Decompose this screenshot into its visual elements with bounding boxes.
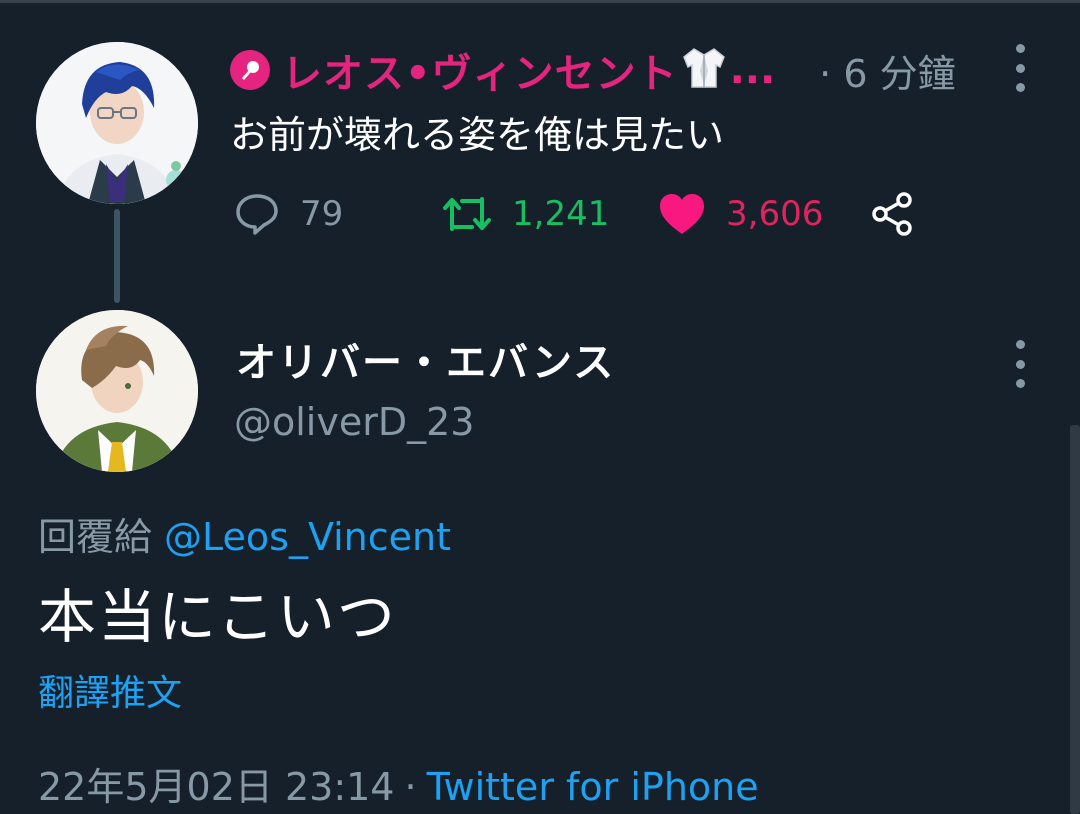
dot xyxy=(1015,379,1025,388)
thread-connector xyxy=(114,209,120,303)
tweet-actions: 79 1,241 3,606 xyxy=(230,186,930,242)
tweet-source-link[interactable]: Twitter for iPhone xyxy=(427,765,759,809)
translate-tweet-link[interactable]: 翻譯推文 xyxy=(38,664,182,716)
retweet-count: 1,241 xyxy=(512,194,610,234)
dot xyxy=(1015,359,1025,369)
lab-coat-icon xyxy=(682,47,726,93)
timestamp[interactable]: · 6 分鐘 xyxy=(819,43,955,98)
meta-separator: · xyxy=(404,765,417,809)
tweet-meta: 22年5月02日 23:14 · Twitter for iPhone xyxy=(38,756,759,811)
tweet1-header: レオス•ヴィンセント ... · 6 分鐘 xyxy=(230,40,956,100)
replying-to: 回覆給 @Leos_Vincent xyxy=(38,506,451,561)
avatar-oliver[interactable] xyxy=(36,310,198,472)
reply-mention-link[interactable]: @Leos_Vincent xyxy=(164,515,451,559)
tweet-text: 本当にこいつ xyxy=(38,583,397,651)
like-count: 3,606 xyxy=(726,194,824,234)
top-divider xyxy=(0,0,1080,3)
name-truncation: ... xyxy=(729,47,776,93)
more-options-button[interactable] xyxy=(1008,340,1032,388)
display-name[interactable]: オリバー・エバンス xyxy=(236,330,615,388)
microphone-icon xyxy=(230,50,270,90)
avatar-leos[interactable] xyxy=(36,42,198,204)
share-button[interactable] xyxy=(868,186,916,242)
tweet-date[interactable]: 22年5月02日 23:14 xyxy=(38,765,394,809)
dot xyxy=(1015,63,1025,73)
reply-icon xyxy=(236,194,278,235)
replying-to-label: 回覆給 xyxy=(38,515,153,559)
scrollbar[interactable] xyxy=(1070,425,1080,814)
share-icon xyxy=(872,192,912,236)
display-name[interactable]: レオス•ヴィンセント xyxy=(282,41,678,99)
dot xyxy=(1015,340,1025,349)
retweet-button[interactable]: 1,241 xyxy=(442,186,609,242)
like-button[interactable]: 3,606 xyxy=(658,186,823,242)
tweet-text: お前が壊れる姿を俺は見たい xyxy=(230,113,725,157)
dot xyxy=(1015,83,1025,92)
user-handle[interactable]: @oliverD_23 xyxy=(234,400,474,444)
dot xyxy=(1015,44,1025,53)
retweet-icon xyxy=(443,197,491,231)
reply-count: 79 xyxy=(300,194,344,234)
reply-button[interactable]: 79 xyxy=(234,186,343,242)
tweet-thread-screen: レオス•ヴィンセント ... · 6 分鐘 お前が壊れる姿を俺は見たい 79 1… xyxy=(0,0,1080,814)
heart-icon xyxy=(660,194,704,234)
more-options-button[interactable] xyxy=(1008,44,1032,92)
